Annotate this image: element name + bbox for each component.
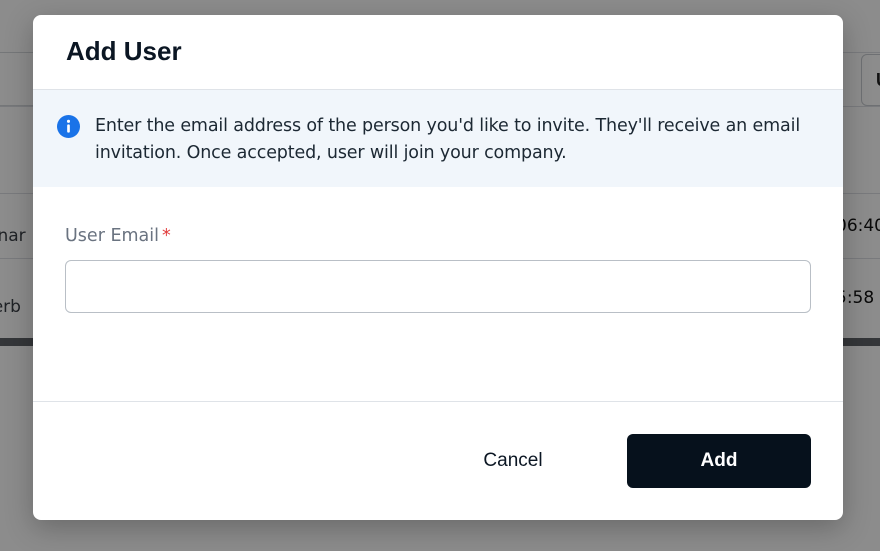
cancel-button[interactable]: Cancel xyxy=(442,434,584,488)
user-email-input[interactable] xyxy=(65,260,811,313)
info-icon xyxy=(57,115,80,138)
add-button[interactable]: Add xyxy=(627,434,811,488)
user-email-label-text: User Email xyxy=(65,226,160,246)
dialog-body: User Email * xyxy=(33,187,843,401)
add-user-dialog: Add User Enter the email address of the … xyxy=(33,15,843,520)
info-text: Enter the email address of the person yo… xyxy=(95,116,801,163)
dialog-title: Add User xyxy=(66,35,182,66)
dialog-footer: Cancel Add xyxy=(33,401,843,520)
dialog-header: Add User xyxy=(33,15,843,90)
required-marker: * xyxy=(162,226,171,246)
user-email-label: User Email * xyxy=(65,224,811,248)
info-banner: Enter the email address of the person yo… xyxy=(33,90,843,187)
